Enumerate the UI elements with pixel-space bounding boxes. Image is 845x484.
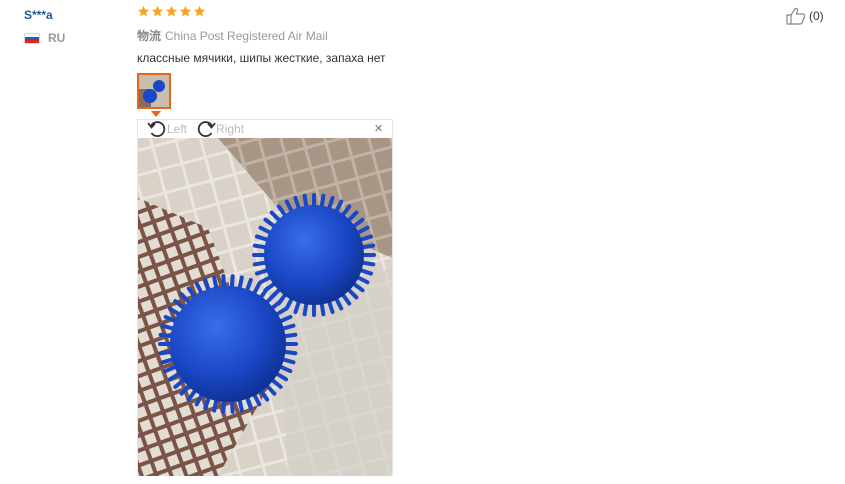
review-text: классные мячики, шипы жесткие, запаха не… xyxy=(137,51,386,65)
thumbnail-image xyxy=(139,75,169,107)
thumbs-up-icon xyxy=(786,7,806,25)
star-icon xyxy=(193,5,206,17)
review-item: S***a RU 物流 China Post Registered Air Mai… xyxy=(0,0,845,484)
rotate-right-button[interactable]: Right xyxy=(196,120,244,138)
star-icon xyxy=(165,5,178,17)
rotate-right-label: Right xyxy=(216,122,245,136)
shipping-info: 物流 China Post Registered Air Mail xyxy=(137,27,328,44)
rotate-right-icon xyxy=(197,121,216,137)
rotate-left-label: Left xyxy=(167,122,188,136)
viewer-toolbar: Left Right × xyxy=(138,120,392,139)
review-photo xyxy=(138,138,392,476)
star-icon xyxy=(179,5,192,17)
close-viewer-button[interactable]: × xyxy=(374,121,383,136)
shipping-label: 物流 xyxy=(137,29,162,43)
star-rating xyxy=(137,5,206,18)
star-icon xyxy=(137,5,150,17)
shipping-method: China Post Registered Air Mail xyxy=(165,29,328,43)
helpful-count: (0) xyxy=(809,9,824,23)
review-photo-thumbnail[interactable] xyxy=(137,73,171,109)
helpful-button[interactable]: (0) xyxy=(786,7,824,25)
rotate-left-button[interactable]: Left xyxy=(147,120,187,138)
country-code: RU xyxy=(48,31,66,45)
reviewer-country: RU xyxy=(24,31,65,45)
thumbnail-pointer xyxy=(151,111,161,117)
star-icon xyxy=(151,5,164,17)
russia-flag-icon xyxy=(24,32,40,44)
reviewer-name[interactable]: S***a xyxy=(24,8,53,22)
review-photo-image xyxy=(138,138,392,476)
rotate-left-icon xyxy=(147,121,166,137)
photo-viewer: Left Right × xyxy=(137,119,393,476)
